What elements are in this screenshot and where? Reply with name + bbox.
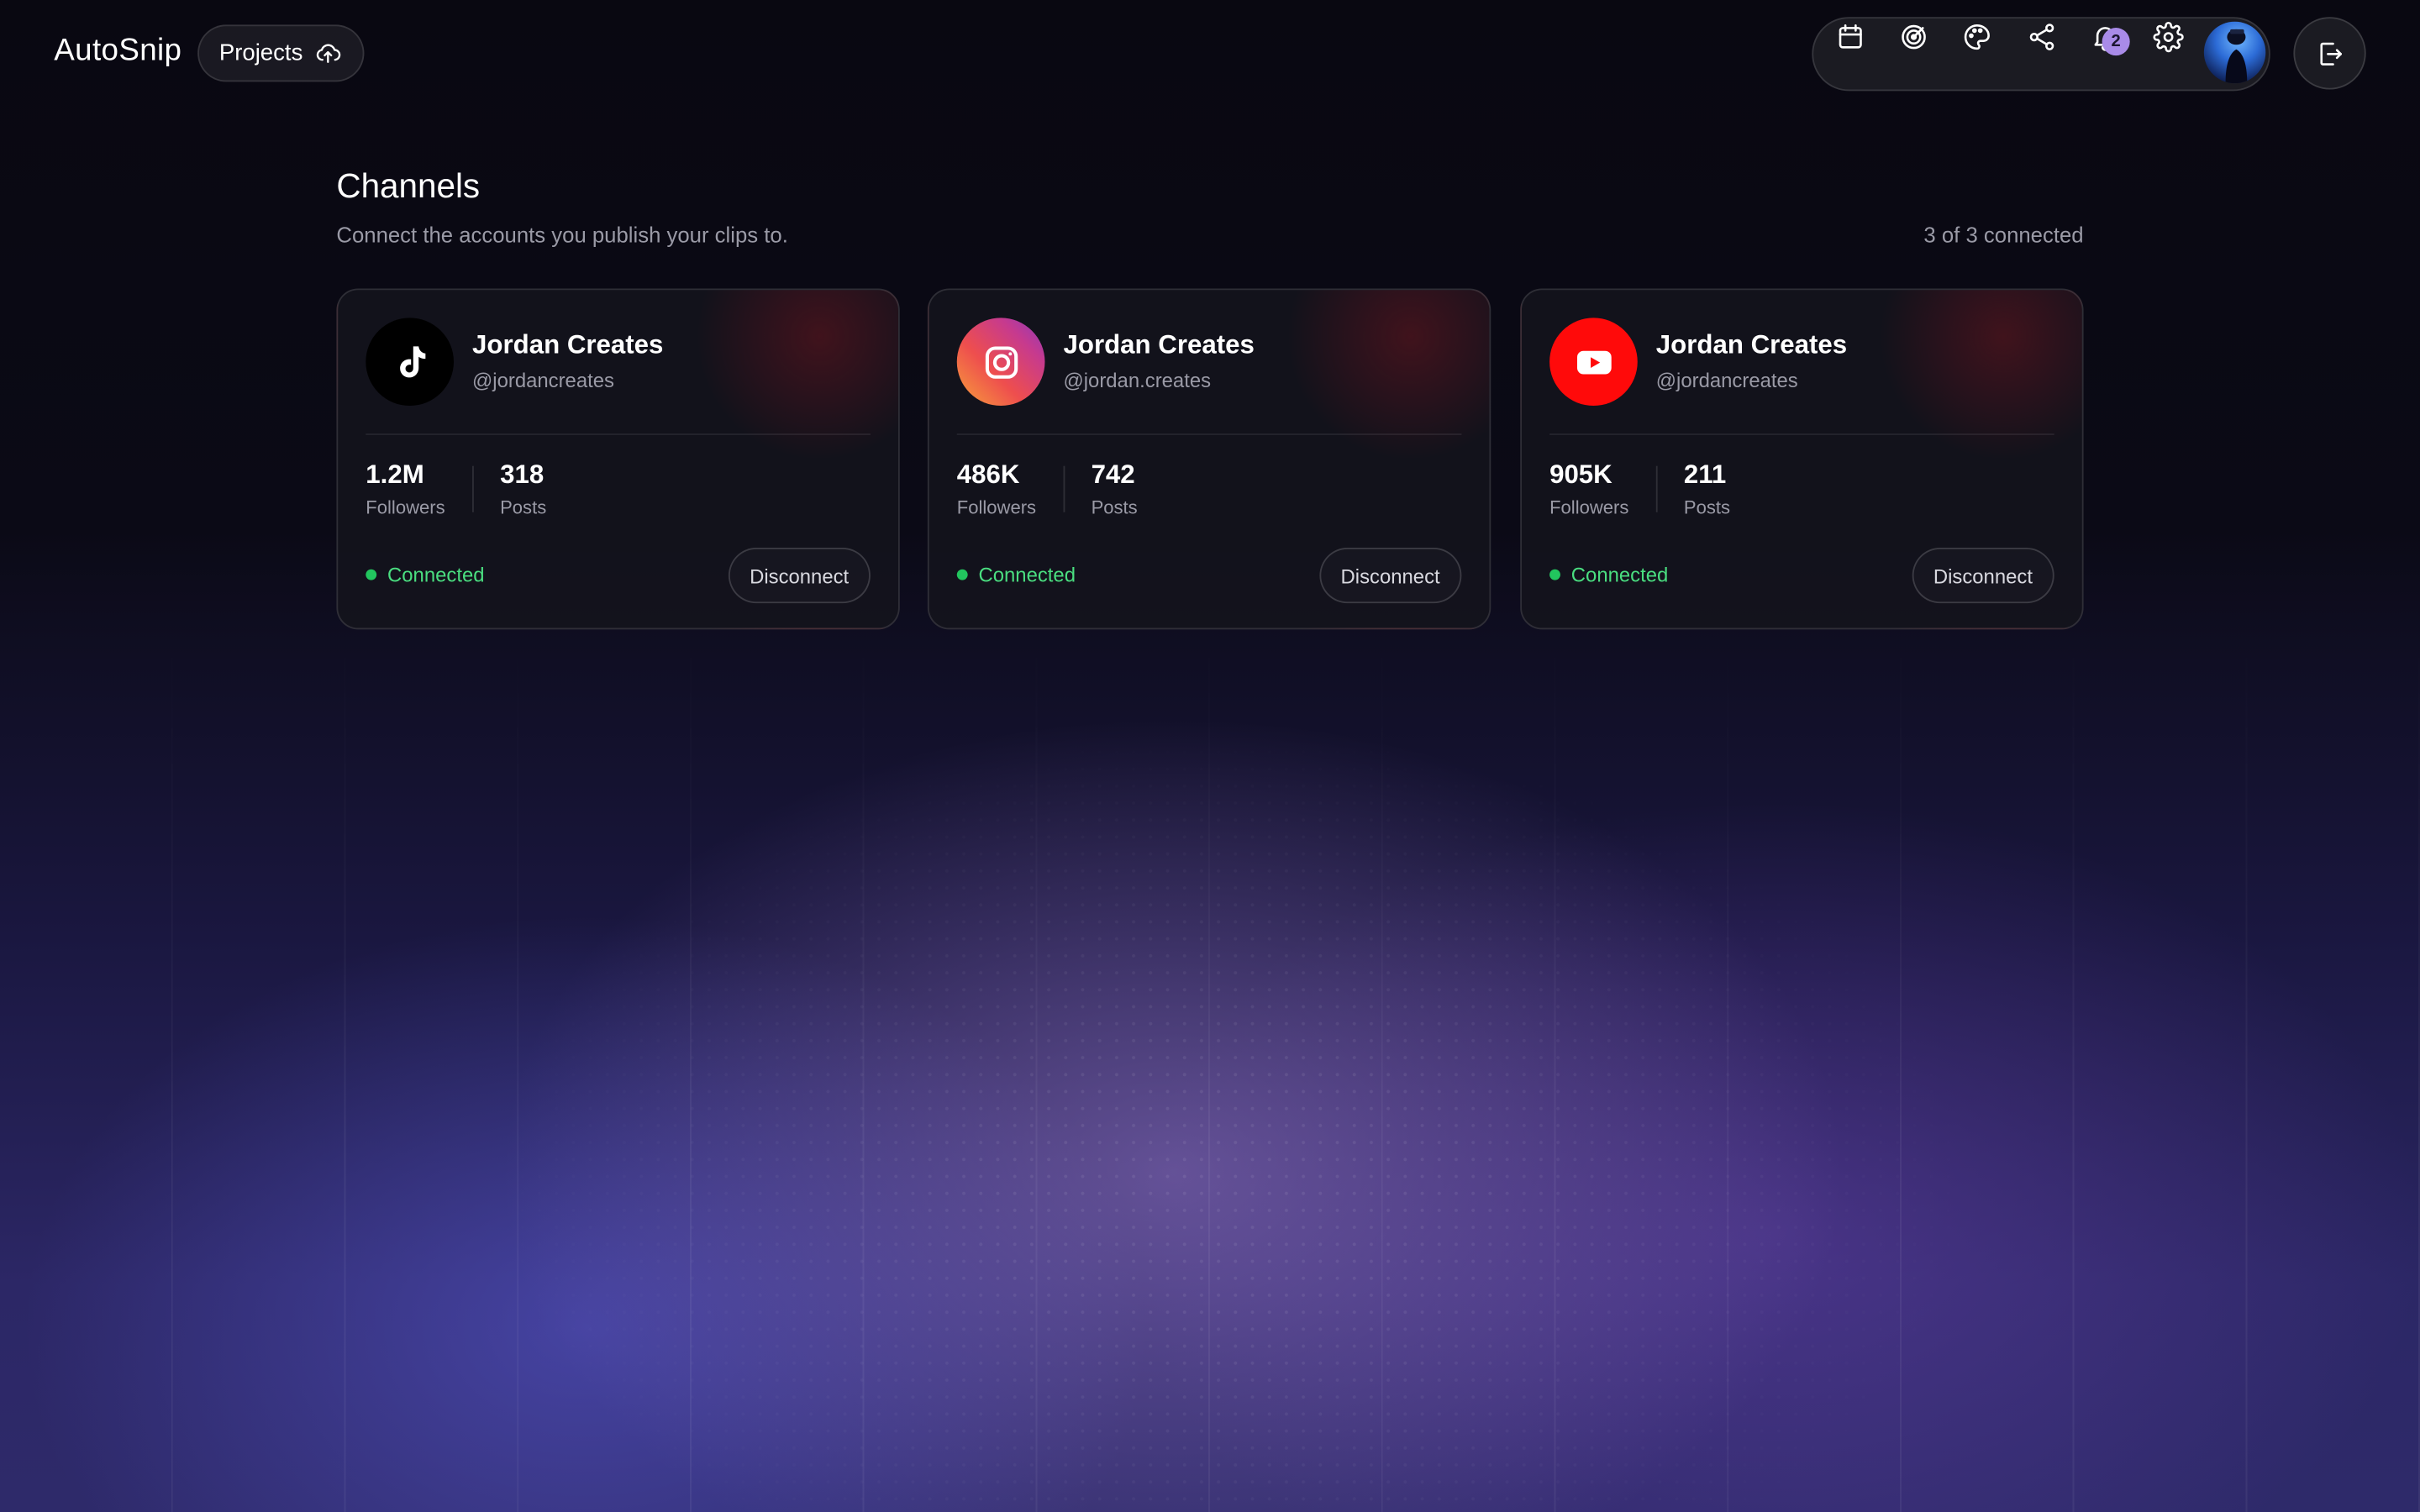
settings-button[interactable]	[2150, 18, 2187, 55]
app-root: AutoSnip Projects 2 Channels Connect the…	[0, 0, 2420, 1512]
stat-divider	[1655, 465, 1658, 512]
disconnect-button[interactable]: Disconnect	[1912, 548, 2054, 604]
connected-count: 3 of 3 connected	[1923, 222, 2084, 247]
stat-divider	[1063, 465, 1065, 512]
tiktok-icon	[366, 318, 454, 407]
person-silhouette-icon	[2225, 29, 2248, 84]
channel-handle: @jordancreates	[1655, 368, 1798, 392]
card-divider	[1549, 433, 2054, 435]
followers-count: 486K	[956, 459, 1020, 490]
projects-button[interactable]: Projects	[197, 24, 365, 82]
followers-label: Followers	[1549, 496, 1629, 519]
card-divider	[366, 433, 871, 435]
tiktok-logo-icon	[399, 345, 425, 377]
posts-label: Posts	[500, 496, 547, 519]
share-icon	[2029, 24, 2054, 50]
share-button[interactable]	[2023, 18, 2060, 55]
stat-divider	[472, 465, 474, 512]
logout-icon	[2319, 41, 2342, 65]
status-label: Connected	[978, 563, 1076, 586]
brand-logo[interactable]: AutoSnip	[54, 34, 182, 69]
gear-icon	[2153, 22, 2184, 53]
status-dot-icon	[1549, 569, 1560, 580]
channel-name: Jordan Creates	[1655, 330, 1848, 360]
disconnect-button[interactable]: Disconnect	[728, 548, 871, 604]
palette-button[interactable]	[1959, 18, 1996, 55]
channel-handle: @jordancreates	[472, 368, 614, 392]
cloud-upload-icon	[317, 44, 341, 63]
logout-button[interactable]	[2293, 17, 2366, 90]
connection-status: Connected	[366, 563, 485, 586]
channel-name: Jordan Creates	[1063, 330, 1255, 360]
youtube-logo-icon	[1576, 349, 1611, 374]
followers-count: 1.2M	[366, 459, 424, 490]
status-label: Connected	[1570, 563, 1669, 586]
status-dot-icon	[956, 569, 968, 580]
user-avatar[interactable]	[2203, 21, 2266, 84]
posts-label: Posts	[1683, 496, 1731, 519]
youtube-icon	[1549, 318, 1638, 407]
status-dot-icon	[366, 569, 377, 580]
posts-label: Posts	[1091, 496, 1138, 519]
projects-label: Projects	[218, 39, 303, 66]
instagram-icon	[956, 318, 1045, 407]
channel-name: Jordan Creates	[472, 330, 664, 360]
channel-card-youtube: Jordan Creates @jordancreates 905K Follo…	[1520, 288, 2084, 630]
page-subtitle: Connect the accounts you publish your cl…	[336, 222, 788, 247]
card-divider	[956, 433, 1462, 435]
posts-count: 742	[1091, 459, 1135, 490]
palette-icon	[1964, 24, 1990, 50]
background-dots	[463, 709, 2007, 1512]
connection-status: Connected	[956, 563, 1076, 586]
instagram-logo-icon	[984, 345, 1018, 378]
status-label: Connected	[387, 563, 485, 586]
connection-status: Connected	[1549, 563, 1668, 586]
followers-label: Followers	[366, 496, 445, 519]
channel-handle: @jordan.creates	[1063, 368, 1212, 392]
radar-icon	[1902, 24, 1926, 50]
followers-label: Followers	[956, 496, 1037, 519]
calendar-button[interactable]	[1832, 18, 1869, 55]
posts-count: 211	[1683, 459, 1727, 490]
radar-button[interactable]	[1896, 18, 1933, 55]
calendar-icon	[1839, 24, 1862, 49]
followers-count: 905K	[1549, 459, 1612, 490]
page-title: Channels	[336, 166, 481, 206]
notification-badge: 2	[2102, 28, 2130, 56]
disconnect-button[interactable]: Disconnect	[1318, 548, 1462, 604]
posts-count: 318	[500, 459, 544, 490]
channel-card-instagram: Jordan Creates @jordan.creates 486K Foll…	[927, 288, 1491, 630]
channel-card-tiktok: Jordan Creates @jordancreates 1.2M Follo…	[336, 288, 900, 630]
